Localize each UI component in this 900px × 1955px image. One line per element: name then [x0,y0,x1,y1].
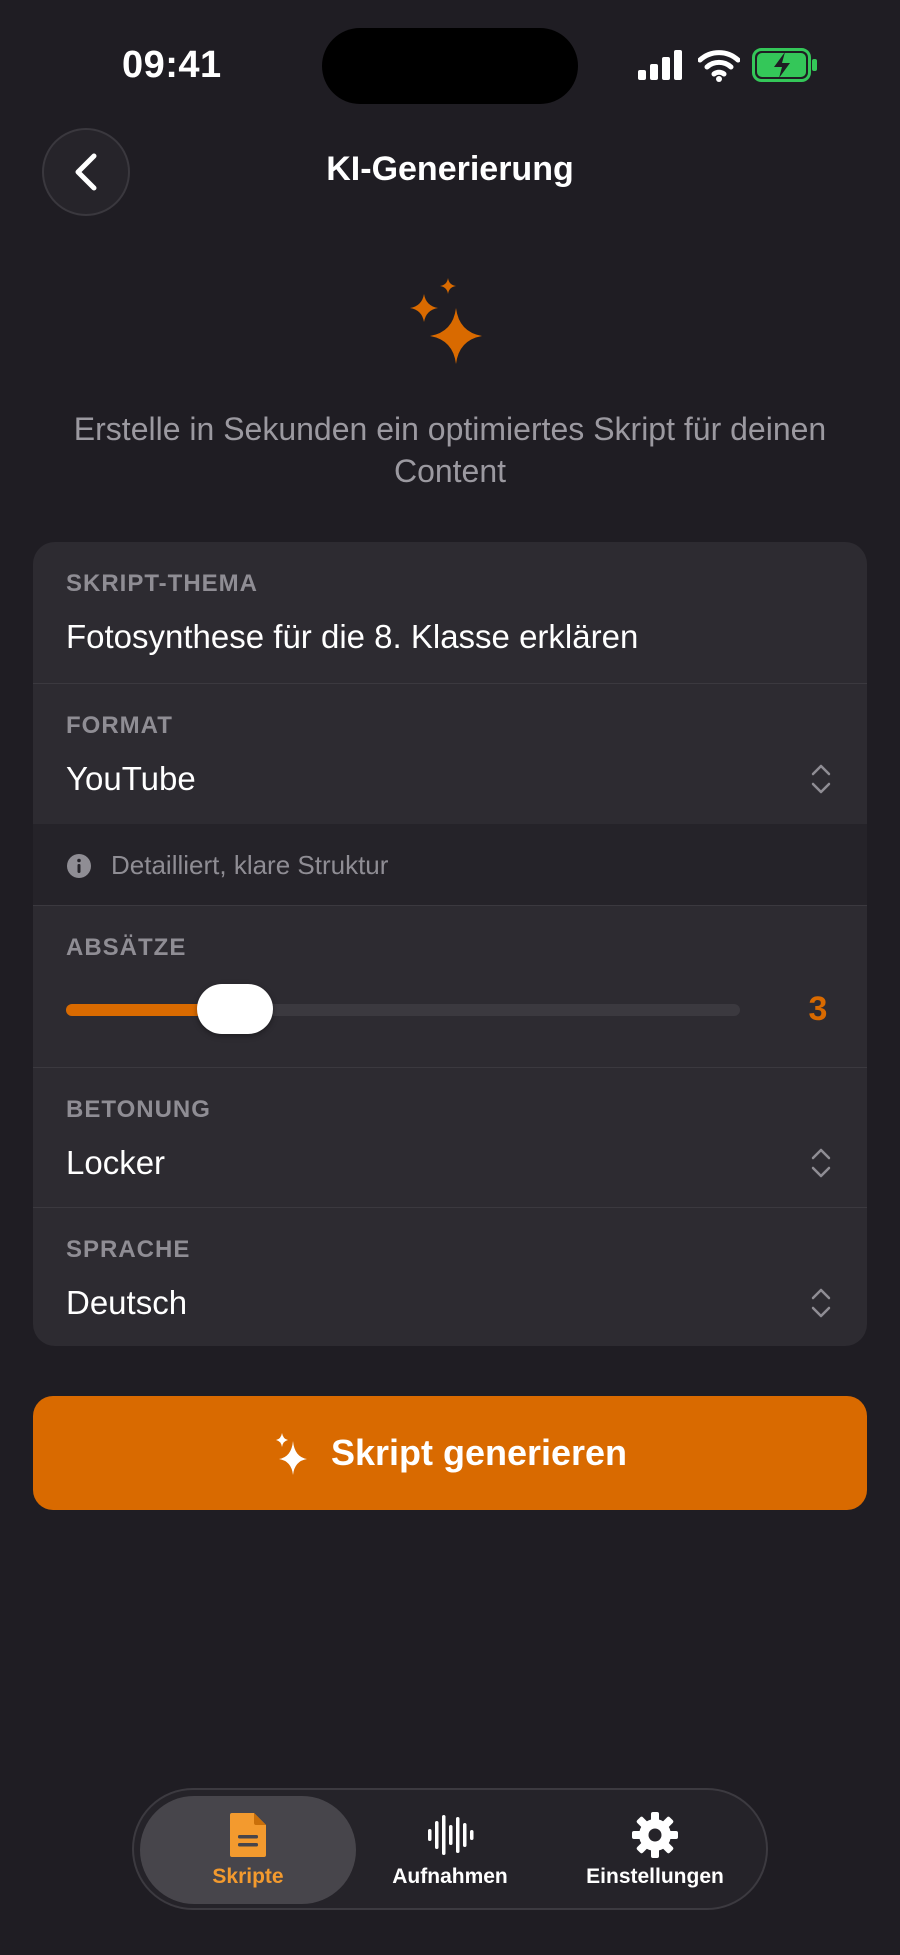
tab-label: Skripte [212,1865,284,1888]
status-bar: 09:41 [0,0,900,130]
gear-icon [632,1812,678,1858]
tab-bar: Skripte Aufnahmen Einstellungen [132,1788,768,1910]
tone-label: BETONUNG [66,1096,211,1123]
document-icon [230,1813,266,1857]
tab-label: Aufnahmen [392,1865,508,1888]
status-time: 09:41 [122,44,222,86]
tab-aufnahmen[interactable]: Aufnahmen [352,1796,548,1904]
topic-row[interactable]: SKRIPT-THEMA Fotosynthese für die 8. Kla… [33,542,867,684]
tone-row[interactable]: BETONUNG Locker [33,1068,867,1208]
info-icon [67,854,91,878]
wifi-icon [698,50,740,82]
chevron-up-down-icon [811,1148,831,1178]
paragraphs-row: ABSÄTZE [33,906,867,1068]
sparkles-icon [275,1433,307,1475]
format-hint-row: Detailliert, klare Struktur [33,824,867,906]
generate-button-label: Skript generieren [330,1432,628,1473]
tone-value: Locker [66,1144,166,1181]
slider-thumb[interactable] [196,984,273,1034]
cellular-signal-icon [638,50,682,80]
format-hint: Detailliert, klare Struktur [111,850,389,880]
page-title: KI-Generierung [326,150,574,188]
generate-script-button[interactable]: Skript generieren [33,1396,867,1510]
settings-card: SKRIPT-THEMA Fotosynthese für die 8. Kla… [33,542,867,1346]
topic-label: SKRIPT-THEMA [66,570,258,597]
tab-einstellungen[interactable]: Einstellungen [548,1796,762,1904]
language-label: SPRACHE [66,1236,191,1263]
waveform-icon [428,1815,474,1855]
chevron-up-down-icon [811,764,831,794]
paragraphs-label: ABSÄTZE [66,934,187,961]
chevron-up-down-icon [811,1288,831,1318]
hero-subtitle: Erstelle in Sekunden ein optimiertes Skr… [73,411,827,489]
paragraphs-slider[interactable] [66,984,740,1034]
battery-charging-icon [752,48,817,82]
format-row[interactable]: FORMAT YouTube [33,684,867,824]
tab-skripte[interactable]: Skripte [140,1796,356,1904]
language-row[interactable]: SPRACHE Deutsch [33,1208,867,1346]
format-value: YouTube [66,760,196,797]
format-label: FORMAT [66,712,173,739]
dynamic-island [322,28,578,104]
tab-label: Einstellungen [586,1865,724,1888]
sparkles-icon [410,278,482,364]
screen: 09:41 KI-Generierung Erstelle in Sekunde… [0,0,900,1955]
topic-input[interactable]: Fotosynthese für die 8. Klasse erklären [66,618,638,656]
paragraphs-value: 3 [808,990,828,1028]
language-value: Deutsch [66,1284,188,1321]
